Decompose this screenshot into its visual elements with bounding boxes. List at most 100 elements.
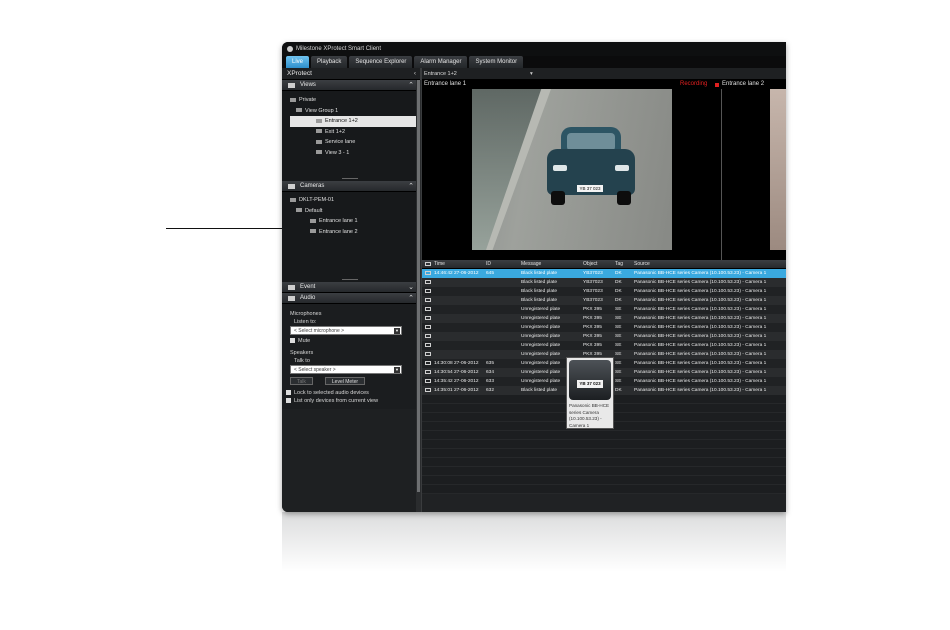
table-row[interactable]: Unregistered plate PKX 395 SE Panasonic BB-… bbox=[422, 341, 786, 350]
tab-live[interactable]: Live bbox=[286, 56, 310, 68]
cell-message: Black listed plate bbox=[521, 280, 557, 285]
table-row[interactable]: Unregistered plate PKX 395 SE Panasonic BB-… bbox=[422, 305, 786, 314]
views-tree: Private View Group 1 Entrance 1+2 Exit 1… bbox=[282, 91, 420, 181]
cell-message: Unregistered plate bbox=[521, 325, 561, 330]
app-title: Milestone XProtect Smart Client bbox=[296, 46, 382, 52]
view-selector-value: Entrance 1+2 bbox=[424, 71, 457, 77]
camera-feed-entrance-lane-1[interactable]: YB 37 023 bbox=[472, 89, 672, 250]
empty-row bbox=[422, 476, 786, 485]
list-devices-checkbox[interactable] bbox=[286, 398, 291, 404]
tree-item-private[interactable]: Private bbox=[282, 95, 420, 106]
tree-item-entrance-12[interactable]: Entrance 1+2 bbox=[290, 116, 416, 127]
cell-tag: SE bbox=[615, 343, 622, 348]
audio-panel-body: Microphones Listen to: < Select micropho… bbox=[282, 304, 420, 409]
tree-item-service-lane[interactable]: Service lane bbox=[282, 137, 420, 148]
snapshot-icon bbox=[422, 350, 434, 359]
tree-item-entrance-lane-1[interactable]: Entrance lane 1 bbox=[282, 216, 420, 227]
resize-grip[interactable] bbox=[342, 279, 358, 280]
tree-item-view-group[interactable]: View Group 1 bbox=[282, 106, 420, 117]
view-icon bbox=[316, 129, 322, 134]
camera-icon bbox=[288, 184, 295, 189]
table-header: Time ID Message Object Tag Source bbox=[422, 260, 786, 269]
mute-checkbox[interactable] bbox=[290, 338, 295, 344]
tree-item-entrance-lane-2[interactable]: Entrance lane 2 bbox=[282, 227, 420, 238]
folder-icon bbox=[296, 208, 302, 213]
table-row[interactable]: 14:46:42 27-06-2012 645 Black listed plate… bbox=[422, 269, 786, 278]
column-object[interactable]: Object bbox=[583, 260, 615, 268]
table-row[interactable]: Unregistered plate PKX 395 SE Panasonic BB-… bbox=[422, 314, 786, 323]
cell-source: Panasonic BB-HCE series Camera (10.100.5… bbox=[634, 352, 767, 357]
view-selector[interactable]: Entrance 1+2 ▾ bbox=[422, 68, 786, 80]
speaker-icon bbox=[288, 296, 295, 301]
preview-plate-text: YB 37 023 bbox=[577, 380, 603, 388]
folder-icon bbox=[296, 108, 302, 113]
views-grid-icon bbox=[288, 83, 295, 88]
column-id[interactable]: ID bbox=[486, 260, 521, 268]
milestone-logo-icon bbox=[287, 46, 293, 52]
window-reflection bbox=[282, 512, 786, 572]
tree-item-view-3[interactable]: View 3 - 1 bbox=[282, 148, 420, 159]
right-pane: Entrance 1+2 ▾ Entrance lane 1 Recording… bbox=[422, 68, 786, 512]
license-plate: YB 37 023 bbox=[577, 185, 603, 192]
left-scrollbar[interactable] bbox=[416, 80, 421, 512]
camera-title-right: Entrance lane 2 bbox=[722, 81, 765, 87]
column-time[interactable]: Time bbox=[434, 260, 486, 268]
tree-item-default[interactable]: Default bbox=[282, 206, 420, 217]
pane-title: XProtect ‹ bbox=[282, 68, 420, 80]
cameras-panel-header[interactable]: Cameras ⌃ bbox=[282, 181, 420, 192]
microphone-select[interactable]: < Select microphone > ▼ bbox=[290, 326, 402, 335]
snapshot-icon bbox=[422, 296, 434, 305]
table-row[interactable]: Unregistered plate PKX 395 SE Panasonic BB-… bbox=[422, 332, 786, 341]
talk-button[interactable]: Talk bbox=[290, 377, 313, 385]
empty-row bbox=[422, 467, 786, 476]
chevron-up-icon[interactable]: ⌃ bbox=[408, 80, 414, 91]
cell-tag: SE bbox=[615, 352, 622, 357]
speakers-label: Speakers bbox=[290, 350, 314, 356]
cell-object: PKX 395 bbox=[583, 325, 602, 330]
snapshot-icon bbox=[422, 278, 434, 287]
speaker-select[interactable]: < Select speaker > ▼ bbox=[290, 365, 402, 374]
column-message[interactable]: Message bbox=[521, 260, 583, 268]
views-panel-header[interactable]: Views ⌃ bbox=[282, 80, 420, 91]
resize-grip[interactable] bbox=[342, 178, 358, 179]
table-row[interactable]: Unregistered plate PKX 395 SE Panasonic BB-… bbox=[422, 323, 786, 332]
tree-item-exit-12[interactable]: Exit 1+2 bbox=[282, 127, 420, 138]
chevron-up-icon[interactable]: ⌃ bbox=[408, 293, 414, 304]
mute-option[interactable]: Mute bbox=[290, 337, 412, 345]
table-row[interactable]: Black listed plate YB37023 DK Panasonic BB-… bbox=[422, 278, 786, 287]
snapshot-icon bbox=[422, 341, 434, 350]
cell-tag: SE bbox=[615, 361, 622, 366]
event-panel-header[interactable]: Event ⌄ bbox=[282, 282, 420, 293]
level-meter-button[interactable]: Level Meter bbox=[324, 377, 366, 385]
title-bar: Milestone XProtect Smart Client bbox=[282, 42, 786, 56]
car-headlight-left bbox=[553, 165, 567, 171]
collapse-pane-icon[interactable]: ‹ bbox=[414, 68, 416, 80]
recording-indicator: Recording bbox=[680, 81, 708, 87]
tab-system-monitor[interactable]: System Monitor bbox=[469, 56, 524, 68]
column-source[interactable]: Source bbox=[634, 260, 786, 268]
list-devices-option[interactable]: List only devices from current view bbox=[286, 397, 412, 405]
table-row[interactable]: Black listed plate YB37023 DK Panasonic BB-… bbox=[422, 287, 786, 296]
column-icon bbox=[422, 260, 434, 268]
lock-devices-checkbox[interactable] bbox=[286, 390, 291, 396]
camera-feed-entrance-lane-2[interactable] bbox=[770, 89, 786, 250]
lock-devices-option[interactable]: Lock to selected audio devices bbox=[286, 389, 412, 397]
cell-object: PKX 395 bbox=[583, 307, 602, 312]
snapshot-icon bbox=[422, 359, 434, 368]
chevron-up-icon[interactable]: ⌃ bbox=[408, 181, 414, 192]
audio-panel-header[interactable]: Audio ⌃ bbox=[282, 293, 420, 304]
car-image: YB 37 023 bbox=[547, 127, 635, 207]
cell-source: Panasonic BB-HCE series Camera (10.100.5… bbox=[634, 298, 767, 303]
views-panel-title: Views bbox=[300, 82, 316, 88]
column-tag[interactable]: Tag bbox=[615, 260, 634, 268]
tab-playback[interactable]: Playback bbox=[311, 56, 348, 68]
tab-alarm-manager[interactable]: Alarm Manager bbox=[414, 56, 468, 68]
scrollbar-thumb[interactable] bbox=[417, 80, 420, 492]
dropdown-arrow-icon[interactable]: ▾ bbox=[530, 68, 533, 80]
cell-time: 14:30:08 27-06-2012 bbox=[434, 361, 479, 366]
tree-item-server[interactable]: DKLT-PEM-01 bbox=[282, 195, 420, 206]
table-row[interactable]: Black listed plate YB37023 DK Panasonic BB-… bbox=[422, 296, 786, 305]
chevron-down-icon[interactable]: ⌄ bbox=[408, 282, 414, 293]
tab-sequence-explorer[interactable]: Sequence Explorer bbox=[349, 56, 413, 68]
cell-message: Unregistered plate bbox=[521, 307, 561, 312]
